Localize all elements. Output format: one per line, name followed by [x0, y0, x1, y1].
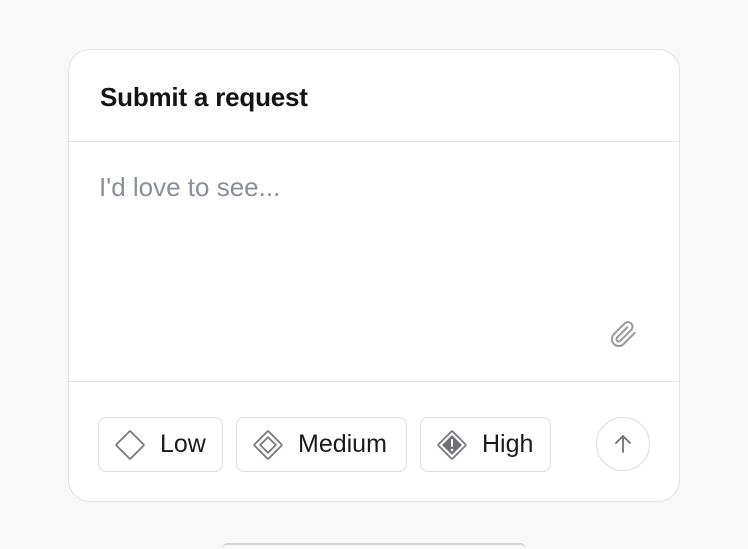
- priority-low-label: Low: [160, 430, 206, 458]
- priority-medium-label: Medium: [298, 430, 387, 458]
- next-card-edge: [222, 543, 526, 549]
- attach-button[interactable]: [607, 318, 639, 350]
- request-card: Submit a request Low Me: [68, 49, 680, 502]
- priority-medium-button[interactable]: Medium: [236, 417, 407, 472]
- card-title: Submit a request: [100, 82, 308, 112]
- request-input[interactable]: [99, 172, 639, 332]
- priority-high-label: High: [482, 430, 534, 458]
- paperclip-icon: [610, 321, 636, 347]
- diamond-alert-filled-icon: [435, 428, 469, 462]
- diamond-outline-icon: [113, 428, 147, 462]
- diamond-double-outline-icon: [251, 428, 285, 462]
- arrow-up-icon: [615, 435, 631, 453]
- priority-high-button[interactable]: High: [420, 417, 551, 472]
- send-button[interactable]: [596, 417, 650, 471]
- card-body: [69, 142, 679, 382]
- priority-low-button[interactable]: Low: [98, 417, 223, 472]
- card-header: Submit a request: [69, 50, 679, 142]
- card-footer: Low Medium High: [69, 382, 679, 502]
